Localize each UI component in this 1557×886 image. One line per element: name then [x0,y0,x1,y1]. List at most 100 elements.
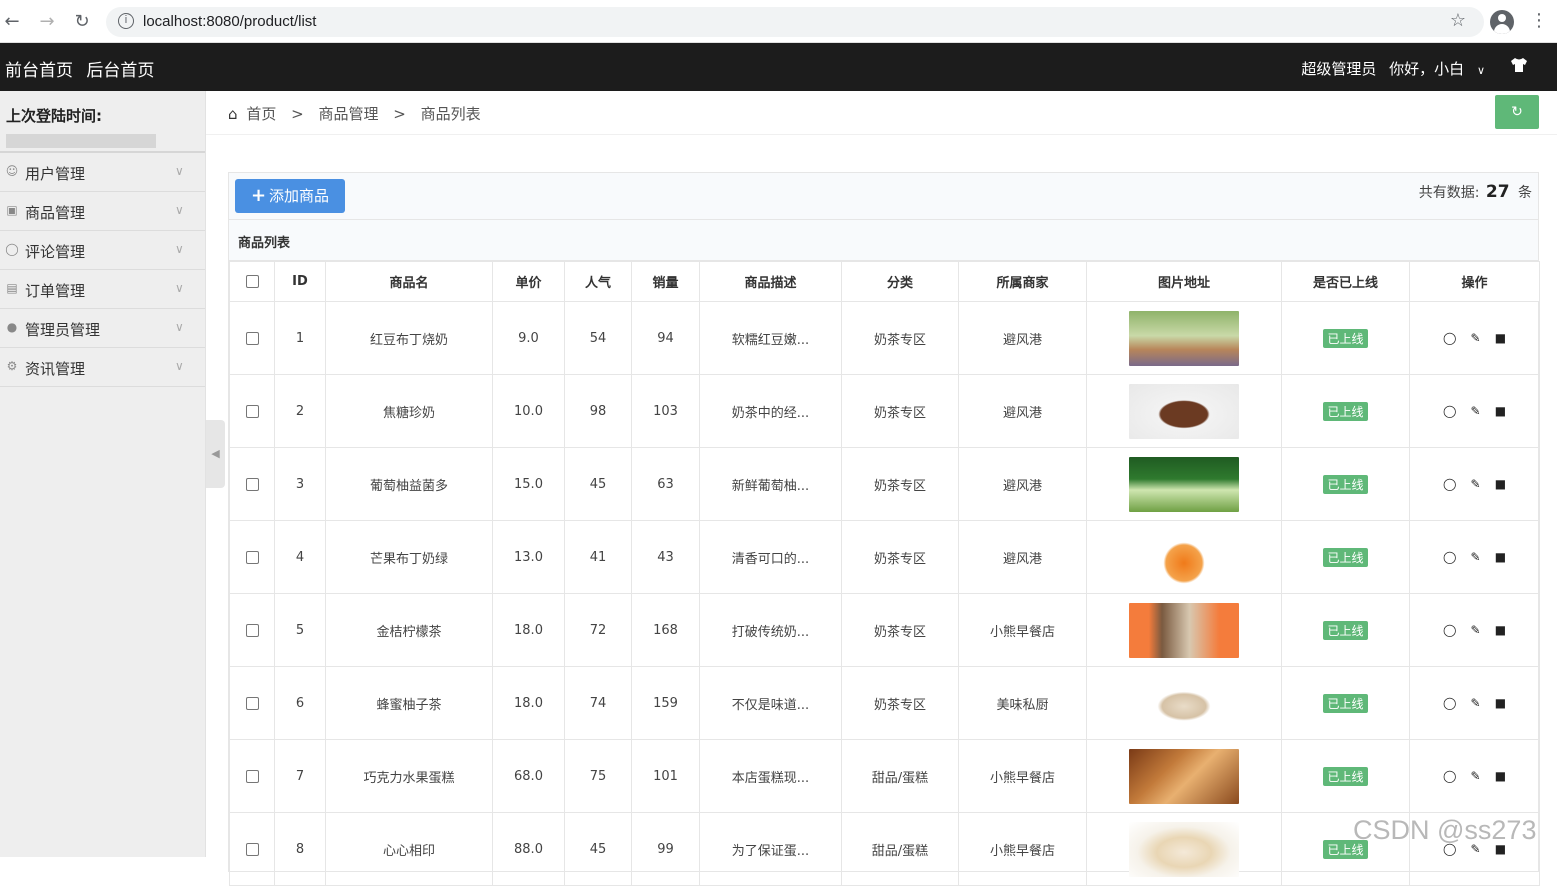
sidebar-item-orders[interactable]: ▤ 订单管理 ∨ [0,270,205,309]
cell-price: 10.0 [492,374,565,448]
trash-icon[interactable]: ■ [1495,623,1506,637]
browser-menu-icon[interactable]: ⋮ [1530,10,1548,31]
row-checkbox[interactable] [245,404,259,418]
chevron-down-icon[interactable]: ∨ [1477,64,1485,77]
sidebar-item-comments[interactable]: ◯ 评论管理 ∨ [0,231,205,270]
sidebar-item-users[interactable]: ☺ 用户管理 ∨ [0,153,205,192]
gear-icon: ⚙ [6,359,18,373]
cell-image [1086,374,1282,448]
edit-pencil-icon[interactable]: ✎ [1471,623,1481,637]
product-panel: + 添加商品 共有数据: 27 条 商品列表 ID 商品名 单价 人气 销量 商品… [228,172,1540,886]
blurred-login-time [6,134,156,148]
bookmark-star-icon[interactable]: ☆ [1450,10,1466,31]
cell-price: 9.0 [492,301,565,375]
cell-desc: 为了保证蛋... [699,812,842,886]
cell-category: 甜品/蛋糕 [841,739,959,813]
check-circle-icon[interactable]: ◯ [1443,623,1456,637]
cell-image [1086,447,1282,521]
sidebar-item-admins[interactable]: ● 管理员管理 ∨ [0,309,205,348]
row-select-cell [229,739,275,813]
table-row: 4 芒果布丁奶绿 13.0 41 43 清香可口的... 奶茶专区 避风港 已上线 ◯ ✎ ■ [229,520,1540,594]
cell-category: 奶茶专区 [841,520,959,594]
last-login-label: 上次登陆时间: [6,107,102,125]
sidebar-collapse-toggle[interactable]: ◀ [206,420,225,488]
trash-icon[interactable]: ■ [1495,477,1506,491]
chevron-down-icon: ∨ [175,203,184,217]
cell-status: 已上线 [1281,666,1410,740]
cell-actions: ◯ ✎ ■ [1409,593,1540,667]
add-product-button[interactable]: + 添加商品 [235,179,345,213]
product-thumbnail-image [1129,529,1239,585]
trash-icon[interactable]: ■ [1495,404,1506,418]
cell-category: 奶茶专区 [841,666,959,740]
edit-pencil-icon[interactable]: ✎ [1471,550,1481,564]
select-all-checkbox[interactable] [245,275,259,288]
trash-icon[interactable]: ■ [1495,550,1506,564]
sidebar-item-products[interactable]: ▣ 商品管理 ∨ [0,192,205,231]
cell-status: 已上线 [1281,520,1410,594]
check-circle-icon[interactable]: ◯ [1443,550,1456,564]
row-checkbox[interactable] [245,550,259,564]
product-thumbnail-image [1129,675,1239,731]
row-checkbox[interactable] [245,623,259,637]
row-checkbox[interactable] [245,769,259,783]
cell-id: 8 [274,812,326,886]
row-checkbox[interactable] [245,331,259,345]
cell-name: 心心相印 [325,812,493,886]
table-row: 5 金桔柠檬茶 18.0 72 168 打破传统奶... 奶茶专区 小熊早餐店 已上线 ◯ ✎ … [229,593,1540,667]
cell-id: 3 [274,447,326,521]
product-table: ID 商品名 单价 人气 销量 商品描述 分类 所属商家 图片地址 是否已上线 … [229,261,1540,886]
trash-icon[interactable]: ■ [1495,331,1506,345]
edit-pencil-icon[interactable]: ✎ [1471,404,1481,418]
breadcrumb-section[interactable]: 商品管理 [318,105,378,123]
cell-image [1086,593,1282,667]
back-icon[interactable]: ← [0,10,24,34]
check-circle-icon[interactable]: ◯ [1443,331,1456,345]
check-circle-icon[interactable]: ◯ [1443,769,1456,783]
edit-pencil-icon[interactable]: ✎ [1471,331,1481,345]
cell-desc: 奶茶中的经... [699,374,842,448]
check-circle-icon[interactable]: ◯ [1443,404,1456,418]
column-header: 所属商家 [958,261,1087,302]
refresh-button[interactable]: ↻ [1495,95,1539,129]
trash-icon[interactable]: ■ [1495,696,1506,710]
back-home-link[interactable]: 后台首页 [86,61,154,81]
order-icon: ▤ [6,281,18,295]
user-greeting[interactable]: 你好，小白 [1389,60,1464,78]
check-circle-icon[interactable]: ◯ [1443,696,1456,710]
site-info-icon[interactable]: i [118,13,134,29]
sidebar-item-label: 订单管理 [25,282,86,300]
breadcrumb-current: 商品列表 [420,105,481,123]
app-header: 前台首页 后台首页 超级管理员 你好，小白 ∨ [0,43,1557,91]
row-select-cell [229,374,275,448]
edit-pencil-icon[interactable]: ✎ [1471,696,1481,710]
url-text[interactable]: localhost:8080/product/list [143,13,316,30]
check-circle-icon[interactable]: ◯ [1443,477,1456,491]
front-home-link[interactable]: 前台首页 [5,61,73,81]
cell-popularity: 54 [564,301,632,375]
forward-icon[interactable]: → [35,10,59,34]
edit-pencil-icon[interactable]: ✎ [1471,477,1481,491]
breadcrumb-home[interactable]: 首页 [246,105,276,123]
edit-pencil-icon[interactable]: ✎ [1471,769,1481,783]
row-checkbox[interactable] [245,477,259,491]
status-badge: 已上线 [1323,474,1368,494]
sidebar: 上次登陆时间: ☺ 用户管理 ∨ ▣ 商品管理 ∨ ◯ 评论管理 ∨ ▤ 订单管… [0,91,206,857]
sidebar-item-label: 用户管理 [25,165,86,183]
cell-id: 6 [274,666,326,740]
cell-sales: 103 [631,374,700,448]
reload-icon[interactable]: ↻ [70,10,94,34]
row-checkbox[interactable] [245,696,259,710]
trash-icon[interactable]: ■ [1495,769,1506,783]
profile-avatar-icon[interactable] [1490,10,1514,34]
list-toolbar: + 添加商品 共有数据: 27 条 [229,173,1538,220]
cell-id: 2 [274,374,326,448]
row-checkbox[interactable] [245,842,259,856]
cell-name: 芒果布丁奶绿 [325,520,493,594]
chevron-down-icon: ∨ [175,359,184,373]
address-bar[interactable]: i localhost:8080/product/list ☆ [106,7,1484,37]
cell-desc: 打破传统奶... [699,593,842,667]
sidebar-item-news[interactable]: ⚙ 资讯管理 ∨ [0,348,205,387]
theme-shirt-icon[interactable] [1510,57,1528,77]
cell-actions: ◯ ✎ ■ [1409,301,1540,375]
